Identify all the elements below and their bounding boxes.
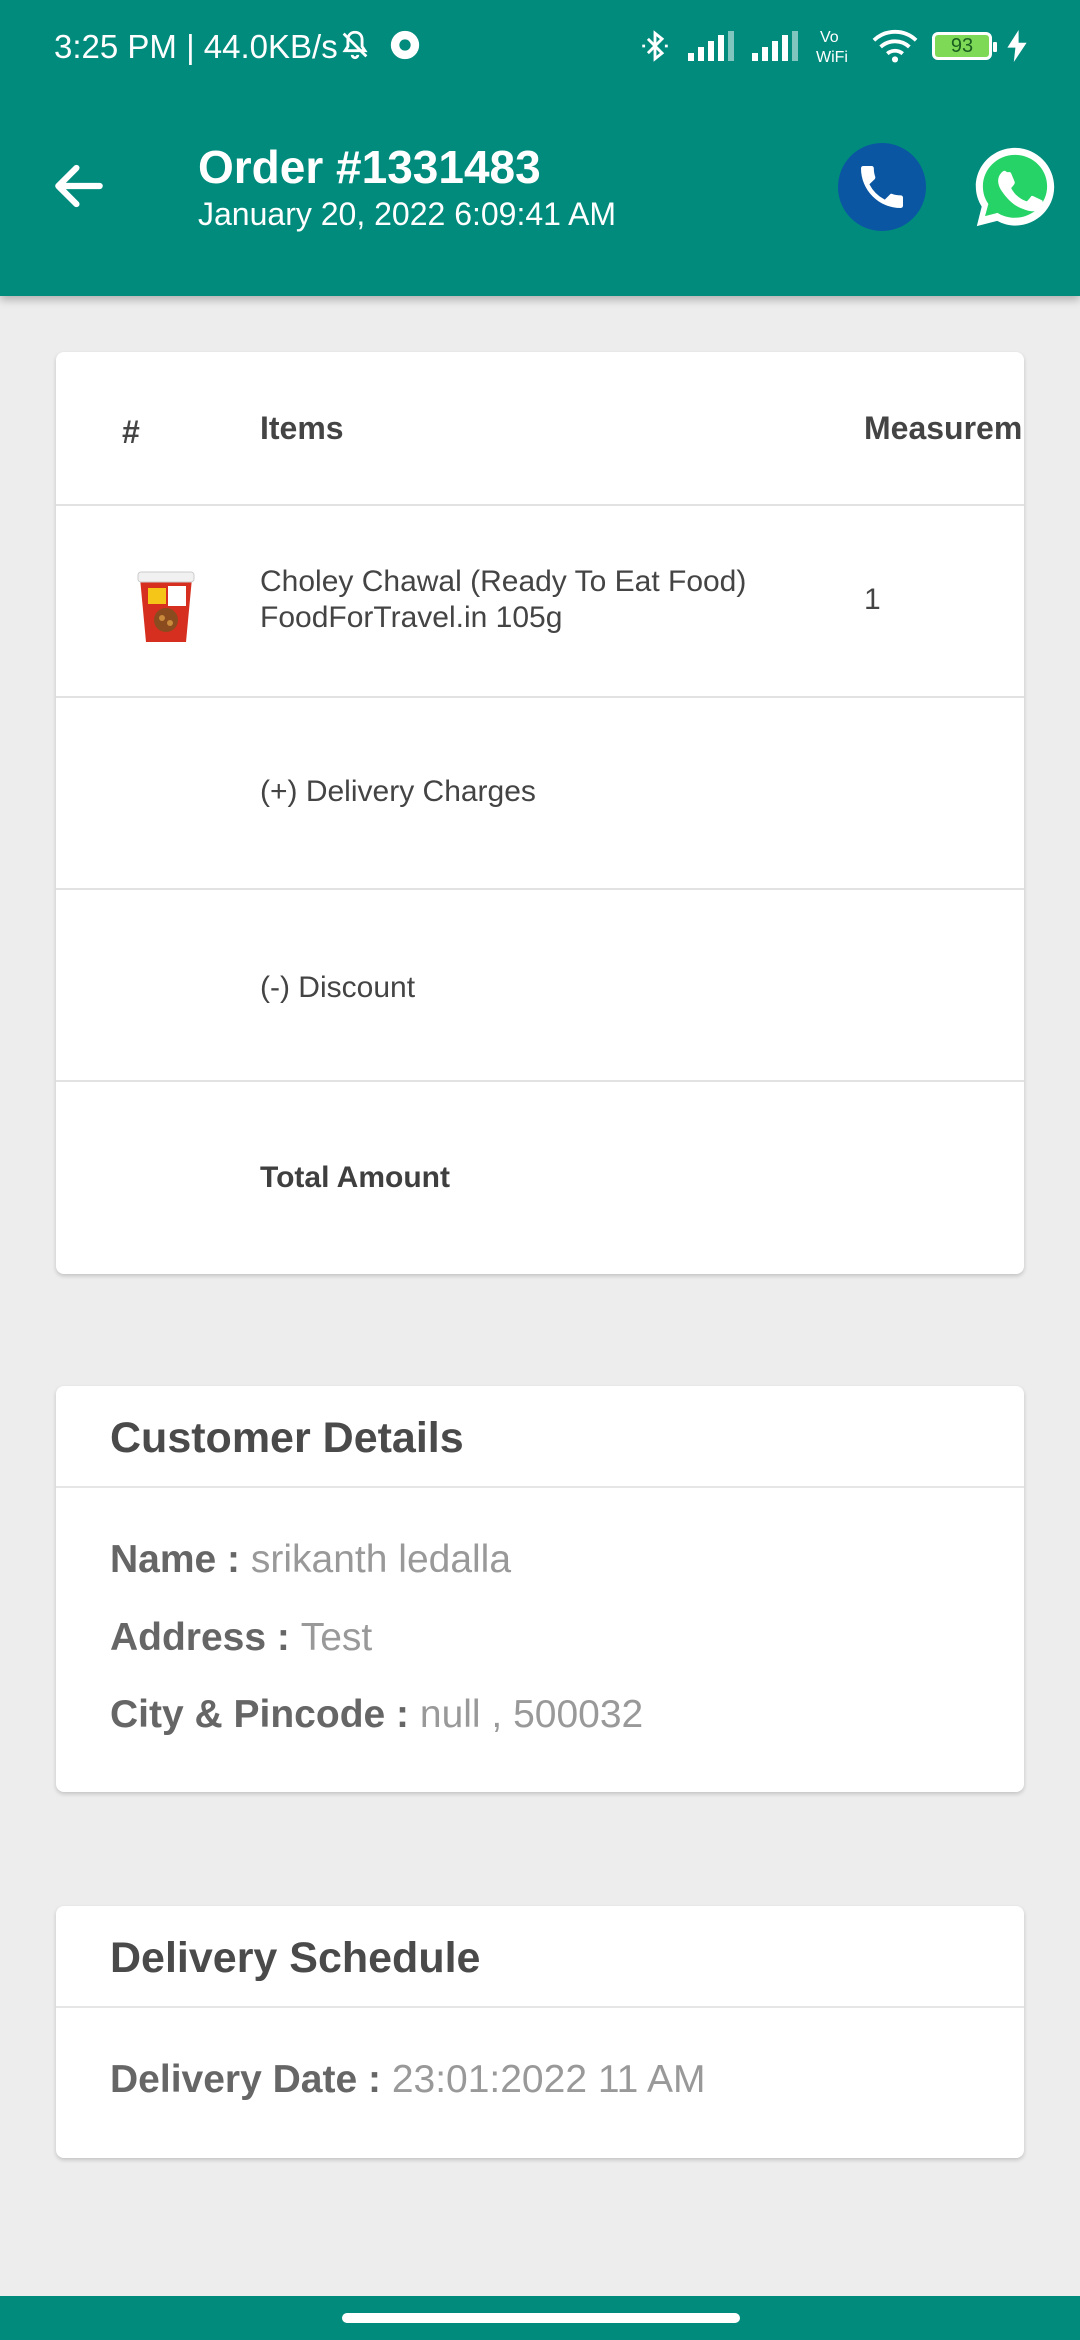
item-name-line2: FoodForTravel.in 105g <box>260 601 563 634</box>
table-row: Total Amount <box>56 1080 1024 1274</box>
customer-city-value: null , 500032 <box>419 1693 644 1736</box>
divider <box>56 1486 1024 1488</box>
column-header-index: # <box>122 414 140 450</box>
delivery-date-label: Delivery Date : <box>110 2058 392 2101</box>
customer-city-row: City & Pincode : null , 500032 <box>110 1693 643 1737</box>
signal-icon <box>688 31 734 61</box>
customer-name-value: srikanth ledalla <box>250 1538 512 1581</box>
item-name-line1: Choley Chawal (Ready To Eat Food) <box>260 565 747 598</box>
phone-icon <box>861 166 903 208</box>
customer-name-label: Name : <box>110 1538 251 1581</box>
app-icon <box>390 30 420 60</box>
status-icons: Vo WiFi 93 <box>342 26 1028 66</box>
table-row: (-) Discount <box>56 888 1024 1080</box>
delivery-charges-label: (+) Delivery Charges <box>260 775 536 808</box>
vowifi-icon: Vo WiFi <box>816 29 848 66</box>
mute-bell-icon <box>342 30 368 60</box>
delivery-schedule-card: Delivery Schedule Delivery Date : 23:01:… <box>56 1906 1024 2158</box>
customer-address-row: Address : Test <box>110 1616 372 1660</box>
status-time: 3:25 PM | 44.0KB/s <box>54 28 338 65</box>
svg-text:Vo: Vo <box>820 29 839 46</box>
column-header-measurement: Measurem <box>864 410 1023 446</box>
back-arrow-icon[interactable] <box>48 155 110 217</box>
battery-icon: 93 <box>932 32 997 60</box>
total-amount-label: Total Amount <box>260 1161 450 1194</box>
order-date: January 20, 2022 6:09:41 AM <box>198 196 617 232</box>
status-bar: 3:25 PM | 44.0KB/s Vo WiFi 93 <box>0 0 1080 96</box>
call-button[interactable] <box>838 143 926 231</box>
delivery-date-row: Delivery Date : 23:01:2022 11 AM <box>110 2058 706 2102</box>
table-row: Choley Chawal (Ready To Eat Food) FoodFo… <box>56 504 1024 696</box>
order-title: Order #1331483 <box>198 141 541 193</box>
customer-address-label: Address : <box>110 1616 301 1659</box>
customer-details-title: Customer Details <box>110 1414 464 1462</box>
bluetooth-icon <box>642 30 668 62</box>
home-gesture-handle[interactable] <box>342 2313 740 2323</box>
customer-name-row: Name : srikanth ledalla <box>110 1538 511 1582</box>
divider <box>56 2006 1024 2008</box>
wifi-icon <box>872 30 918 63</box>
charging-icon <box>1007 30 1027 62</box>
svg-text:WiFi: WiFi <box>816 49 848 66</box>
product-thumbnail <box>137 571 195 642</box>
column-header-items: Items <box>260 410 344 446</box>
table-row: (+) Delivery Charges <box>56 696 1024 888</box>
signal-icon <box>752 31 798 61</box>
battery-level: 93 <box>950 34 974 57</box>
discount-label: (-) Discount <box>260 971 416 1004</box>
order-items-card: # Items Measurem Choley Chawal (Ready To… <box>56 352 1024 1274</box>
delivery-schedule-title: Delivery Schedule <box>110 1934 481 1982</box>
delivery-date-value: 23:01:2022 11 AM <box>391 2058 706 2101</box>
customer-address-value: Test <box>300 1616 373 1659</box>
app-bar: 3:25 PM | 44.0KB/s Vo WiFi 93 Order #1331… <box>0 0 1080 296</box>
customer-city-label: City & Pincode : <box>110 1693 420 1736</box>
customer-details-card: Customer Details Name : srikanth ledalla… <box>56 1386 1024 1792</box>
whatsapp-icon[interactable] <box>968 140 1062 234</box>
item-measurement: 1 <box>864 583 881 616</box>
